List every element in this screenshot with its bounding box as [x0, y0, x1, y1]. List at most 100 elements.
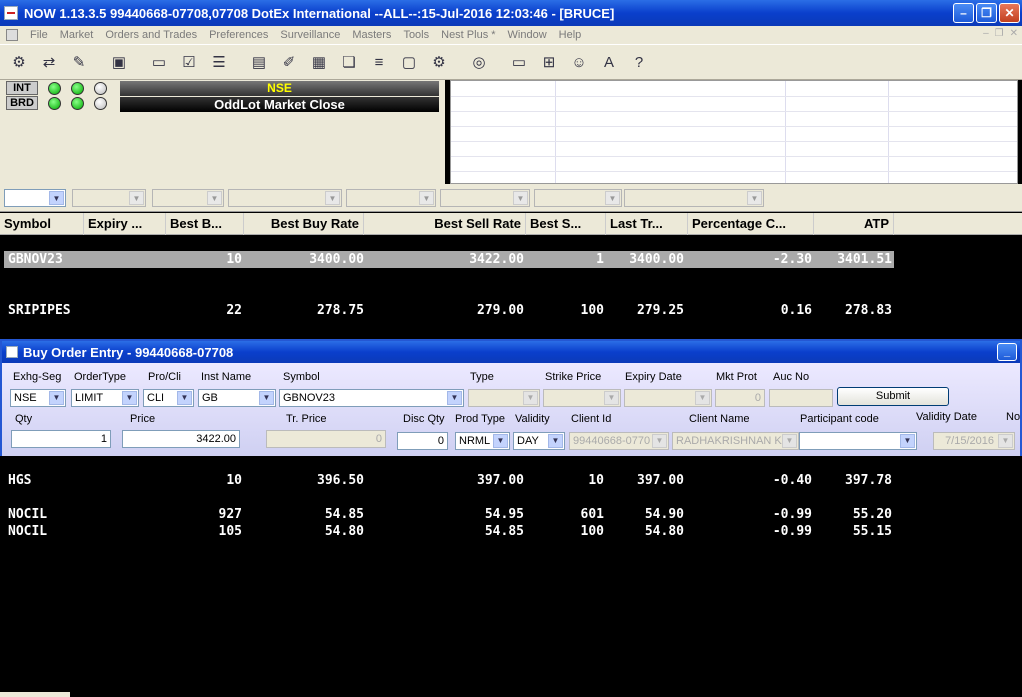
- menu-preferences[interactable]: Preferences: [203, 29, 274, 41]
- filter-combo-5[interactable]: ▼: [346, 189, 436, 207]
- filter-combo-2[interactable]: ▼: [72, 189, 146, 207]
- validity-date-picker[interactable]: 7/15/2016 ▼: [933, 432, 1015, 450]
- chevron-down-icon[interactable]: ▼: [122, 391, 137, 405]
- network-icon[interactable]: ⊞: [536, 49, 562, 75]
- notes-icon[interactable]: ✐: [276, 49, 302, 75]
- last-traded-cell: 279.25: [637, 303, 684, 318]
- market-picture-icon[interactable]: ▣: [106, 49, 132, 75]
- filter-combo-7[interactable]: ▼: [534, 189, 622, 207]
- chevron-down-icon[interactable]: ▼: [548, 434, 563, 448]
- pct-change-cell: -0.40: [772, 473, 812, 488]
- user-icon[interactable]: ☺: [566, 49, 592, 75]
- restore-button[interactable]: ❐: [976, 3, 997, 23]
- menu-surveillance[interactable]: Surveillance: [274, 29, 346, 41]
- terminal-icon[interactable]: ▭: [506, 49, 532, 75]
- disc-qty-input[interactable]: 0: [397, 432, 448, 450]
- menu-window[interactable]: Window: [502, 29, 553, 41]
- exchg-seg-select[interactable]: NSE ▼: [10, 389, 66, 407]
- col-symbol[interactable]: Symbol: [0, 213, 84, 235]
- order-book-icon[interactable]: ☑: [176, 49, 202, 75]
- strike-price-select[interactable]: ▼: [543, 389, 621, 407]
- order-entry-title: Buy Order Entry - 99440668-07708: [23, 344, 234, 360]
- chevron-down-icon[interactable]: ▼: [49, 391, 64, 405]
- expiry-date-select[interactable]: ▼: [624, 389, 712, 407]
- report-icon[interactable]: ▤: [246, 49, 272, 75]
- prod-type-label: Prod Type: [455, 413, 505, 425]
- filter-combo-3[interactable]: ▼: [152, 189, 224, 207]
- disabled-icon[interactable]: ▢: [396, 49, 422, 75]
- order-type-select[interactable]: LIMIT ▼: [71, 389, 139, 407]
- col-best-sell-qty[interactable]: Best S...: [526, 213, 606, 235]
- window-icon[interactable]: ▦: [306, 49, 332, 75]
- trade-book-icon[interactable]: ☰: [206, 49, 232, 75]
- order-entry-title-bar: Buy Order Entry - 99440668-07708 _: [2, 341, 1020, 363]
- mdi-minimize-icon[interactable]: –: [983, 28, 989, 39]
- symbol-cell: NOCIL: [8, 507, 48, 522]
- prod-type-select[interactable]: NRML ▼: [455, 432, 510, 450]
- inst-name-select[interactable]: GB ▼: [198, 389, 276, 407]
- pct-change-cell: -0.99: [772, 507, 812, 522]
- validity-select[interactable]: DAY ▼: [513, 432, 565, 450]
- table-row[interactable]: SRIPIPES 22 278.75 279.00 100 279.25 0.1…: [4, 302, 894, 319]
- chevron-down-icon[interactable]: ▼: [900, 434, 915, 448]
- chevron-down-icon[interactable]: ▼: [177, 391, 192, 405]
- help-icon[interactable]: ?: [626, 49, 652, 75]
- menu-masters[interactable]: Masters: [346, 29, 397, 41]
- chevron-down-icon: ▼: [605, 191, 620, 205]
- documents-icon[interactable]: ❏: [336, 49, 362, 75]
- font-icon[interactable]: A: [596, 49, 622, 75]
- chevron-down-icon[interactable]: ▼: [49, 191, 64, 205]
- monitor-icon[interactable]: ▭: [146, 49, 172, 75]
- pro-cli-select[interactable]: CLI ▼: [143, 389, 194, 407]
- chevron-down-icon[interactable]: ▼: [447, 391, 462, 405]
- price-label: Price: [130, 413, 156, 425]
- qty-input[interactable]: 1: [11, 430, 111, 448]
- coins-icon[interactable]: ◎: [466, 49, 492, 75]
- symbol-select[interactable]: GBNOV23 ▼: [279, 389, 464, 407]
- settings-icon[interactable]: ⚙: [426, 49, 452, 75]
- minimize-button[interactable]: –: [953, 3, 974, 23]
- col-percentage-change[interactable]: Percentage C...: [688, 213, 814, 235]
- mdi-restore-icon[interactable]: ❐: [995, 28, 1004, 39]
- chevron-down-icon[interactable]: ▼: [493, 434, 508, 448]
- menu-file[interactable]: File: [24, 29, 54, 41]
- client-name-select[interactable]: RADHAKRISHNAN KAR ▼: [672, 432, 799, 450]
- chevron-down-icon: ▼: [325, 191, 340, 205]
- menu-nest-plus[interactable]: Nest Plus *: [435, 29, 501, 41]
- list-icon[interactable]: ≡: [366, 49, 392, 75]
- col-last-traded[interactable]: Last Tr...: [606, 213, 688, 235]
- mdi-close-icon[interactable]: ✕: [1010, 28, 1018, 39]
- buy-sell-icon[interactable]: ⇄: [36, 49, 62, 75]
- col-expiry[interactable]: Expiry ...: [84, 213, 166, 235]
- menu-orders-and-trades[interactable]: Orders and Trades: [99, 29, 203, 41]
- col-best-sell-rate[interactable]: Best Sell Rate: [364, 213, 526, 235]
- type-select[interactable]: ▼: [468, 389, 540, 407]
- menu-help[interactable]: Help: [553, 29, 588, 41]
- tr-price-input[interactable]: 0: [266, 430, 386, 448]
- filter-combo-8[interactable]: ▼: [624, 189, 764, 207]
- menu-tools[interactable]: Tools: [397, 29, 435, 41]
- filter-combo-4[interactable]: ▼: [228, 189, 342, 207]
- mkt-prot-input[interactable]: 0: [715, 389, 765, 407]
- col-atp[interactable]: ATP: [814, 213, 894, 235]
- col-best-buy-qty[interactable]: Best B...: [166, 213, 244, 235]
- participant-code-select[interactable]: ▼: [799, 432, 917, 450]
- submit-button[interactable]: Submit: [837, 387, 949, 406]
- close-button[interactable]: ✕: [999, 3, 1020, 23]
- order-entry-minimize-button[interactable]: _: [997, 343, 1017, 361]
- chevron-down-icon[interactable]: ▼: [259, 391, 274, 405]
- client-id-select[interactable]: 99440668-0770 ▼: [569, 432, 669, 450]
- auc-no-input[interactable]: [769, 389, 833, 407]
- table-row[interactable]: GBNOV23 10 3400.00 3422.00 1 3400.00 -2.…: [4, 251, 894, 268]
- connect-icon[interactable]: ⚙: [6, 49, 32, 75]
- table-row[interactable]: NOCIL 927 54.85 54.95 601 54.90 -0.99 55…: [4, 506, 894, 523]
- message-grid[interactable]: [450, 80, 1018, 184]
- filter-combo-6[interactable]: ▼: [440, 189, 530, 207]
- price-input[interactable]: 3422.00: [122, 430, 240, 448]
- table-row[interactable]: NOCIL 105 54.80 54.85 100 54.80 -0.99 55…: [4, 523, 894, 540]
- filter-combo-1[interactable]: ▼: [4, 189, 66, 207]
- table-row[interactable]: HGS 10 396.50 397.00 10 397.00 -0.40 397…: [4, 472, 894, 489]
- menu-market[interactable]: Market: [54, 29, 100, 41]
- tools-icon[interactable]: ✎: [66, 49, 92, 75]
- col-best-buy-rate[interactable]: Best Buy Rate: [244, 213, 364, 235]
